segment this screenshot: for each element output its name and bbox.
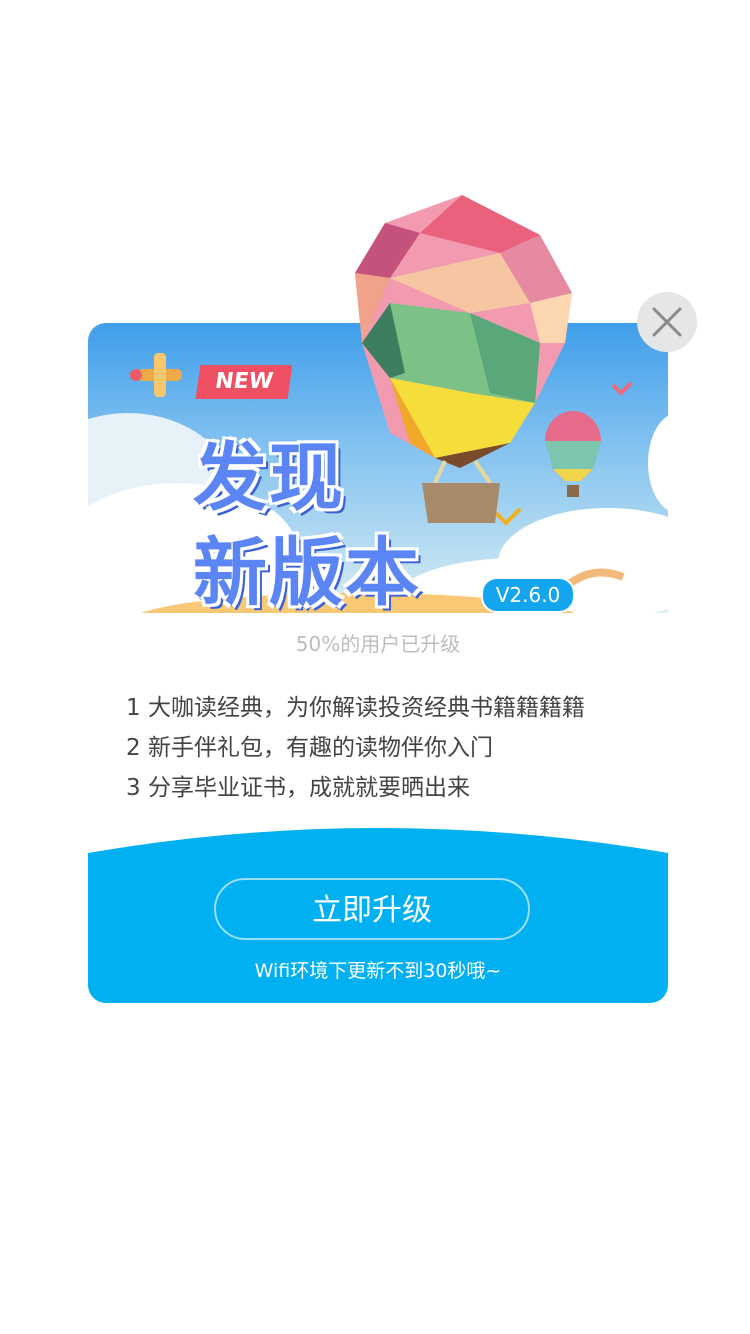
dialog-footer: 立即升级 Wifi环境下更新不到30秒哦~ xyxy=(88,823,668,1003)
close-icon xyxy=(652,307,682,337)
upgrade-now-button[interactable]: 立即升级 xyxy=(214,878,530,940)
close-button[interactable] xyxy=(637,292,697,352)
wifi-note: Wifi环境下更新不到30秒哦~ xyxy=(254,960,502,982)
hot-air-balloon-illustration xyxy=(355,195,572,523)
upgrade-percent-text: 50%的用户已升级 xyxy=(295,632,461,656)
list-item: 1 大咖读经典，为你解读投资经典书籍籍籍籍 xyxy=(126,695,585,721)
airplane-icon xyxy=(130,353,182,397)
new-tag: NEW xyxy=(195,365,293,399)
version-badge: V2.6.0 xyxy=(481,577,575,613)
list-item: 2 新手伴礼包，有趣的读物伴你入门 xyxy=(126,735,493,761)
list-item: 3 分享毕业证书，成就就要晒出来 xyxy=(126,775,470,801)
headline-line-1: 发现 xyxy=(193,435,345,521)
feature-list: 1 大咖读经典，为你解读投资经典书籍籍籍籍 2 新手伴礼包，有趣的读物伴你入门 … xyxy=(126,688,585,808)
